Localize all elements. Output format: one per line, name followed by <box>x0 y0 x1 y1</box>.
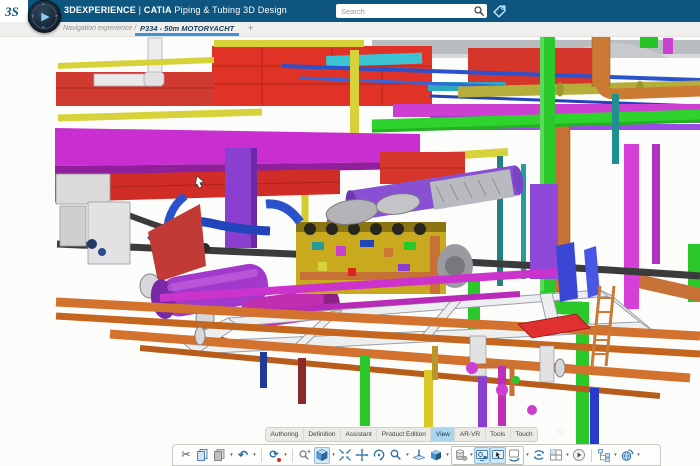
app-name: CATIA <box>143 5 172 15</box>
search-input[interactable] <box>336 4 487 18</box>
rotate-icon[interactable] <box>371 447 387 464</box>
brand-name: 3DEXPERIENCE <box>64 5 136 15</box>
dassault-3ds-logo[interactable]: 3S <box>0 0 28 22</box>
paste-icon[interactable] <box>212 447 228 464</box>
search-icon[interactable] <box>473 5 485 17</box>
world-orientation-dropdown[interactable]: ▾ <box>636 452 641 458</box>
undo-icon[interactable]: ↶ <box>235 447 251 464</box>
multi-viewport-icon[interactable] <box>548 447 564 464</box>
pan-icon[interactable] <box>354 447 370 464</box>
title-divider: | <box>138 5 142 15</box>
workbench-tab-strip: Authoring Definition Assistant Product E… <box>265 427 539 442</box>
section-icon[interactable] <box>453 447 469 464</box>
svg-text:3S: 3S <box>4 4 19 19</box>
tab-touch[interactable]: Touch <box>511 428 537 441</box>
app-title: 3DEXPERIENCE | CATIA Piping & Tubing 3D … <box>64 5 287 15</box>
3ds-logo-icon: 3S <box>4 4 19 19</box>
tab-authoring[interactable]: Authoring <box>266 428 304 441</box>
fit-all-icon[interactable] <box>337 447 353 464</box>
toolbar-separator <box>292 448 293 462</box>
update-icon[interactable]: ⟳ <box>266 447 282 464</box>
shaded-view-icon[interactable] <box>428 447 444 464</box>
compass-navigator[interactable]: ▴ ▾ ▸ ◂ ▶ <box>28 0 61 33</box>
search-model-icon[interactable] <box>297 447 313 464</box>
zoom-dropdown[interactable]: ▾ <box>405 452 410 458</box>
active-tab-underline <box>135 33 239 36</box>
zoom-icon[interactable] <box>388 447 404 464</box>
model-scene[interactable] <box>0 36 700 466</box>
display-tool-group: ▾ <box>451 445 524 465</box>
multi-viewport-dropdown[interactable]: ▾ <box>565 452 570 458</box>
pointer-mode-icon[interactable] <box>490 446 506 464</box>
share-tag-icon[interactable] <box>492 4 507 19</box>
tab-view[interactable]: View <box>431 428 456 441</box>
document-tab-active[interactable]: P334 - 50m MOTORYACHT <box>137 24 238 33</box>
shaded-view-dropdown[interactable]: ▾ <box>445 452 450 458</box>
design-tree-dropdown[interactable]: ▾ <box>613 452 618 458</box>
global-search[interactable] <box>336 4 487 18</box>
tab-ar-vr[interactable]: AR-VR <box>455 428 486 441</box>
favorites-heart-icon[interactable]: ♡ <box>557 427 565 438</box>
render-settings-icon[interactable] <box>474 446 490 464</box>
normal-to-icon[interactable] <box>411 447 427 464</box>
paste-dropdown[interactable]: ▾ <box>229 452 234 458</box>
tab-product-edition[interactable]: Product Edition <box>377 428 432 441</box>
toolbar-separator <box>261 448 262 462</box>
rotate-screen-dropdown[interactable]: ▾ <box>525 452 530 458</box>
action-toolbar: ✂ ▾ ↶ ▾ ⟳ ▾ ▾ ▾ ▾ ▾ ▾ ▾ ▾ ▾ <box>172 444 661 466</box>
more-commands-icon[interactable] <box>571 447 587 464</box>
new-tab-button[interactable]: + <box>248 23 253 33</box>
breadcrumb[interactable]: Navigation experience / P3 <box>63 25 147 32</box>
undo-dropdown[interactable]: ▾ <box>252 452 257 458</box>
orange-duct-top[interactable] <box>591 36 700 302</box>
toolbar-separator <box>591 448 592 462</box>
turntable-icon[interactable] <box>531 447 547 464</box>
cut-icon[interactable]: ✂ <box>178 447 194 464</box>
app-suffix: Piping & Tubing 3D Design <box>171 5 287 15</box>
top-app-bar: 3S 3DEXPERIENCE | CATIA Piping & Tubing … <box>0 0 700 22</box>
copy-icon[interactable] <box>195 447 211 464</box>
tab-definition[interactable]: Definition <box>304 428 341 441</box>
tab-assistant[interactable]: Assistant <box>341 428 378 441</box>
tab-tools[interactable]: Tools <box>486 428 511 441</box>
rotate-screen-icon[interactable] <box>506 447 522 464</box>
3d-viewport[interactable] <box>0 36 700 466</box>
design-tree-icon[interactable] <box>596 447 612 464</box>
update-dropdown[interactable]: ▾ <box>283 452 288 458</box>
application-window: 3S 3DEXPERIENCE | CATIA Piping & Tubing … <box>0 0 700 466</box>
iso-view-cube-icon[interactable] <box>314 446 330 464</box>
view-cube-dropdown[interactable]: ▾ <box>331 452 336 458</box>
world-orientation-icon[interactable] <box>619 447 635 464</box>
play-icon[interactable]: ▶ <box>29 1 60 32</box>
